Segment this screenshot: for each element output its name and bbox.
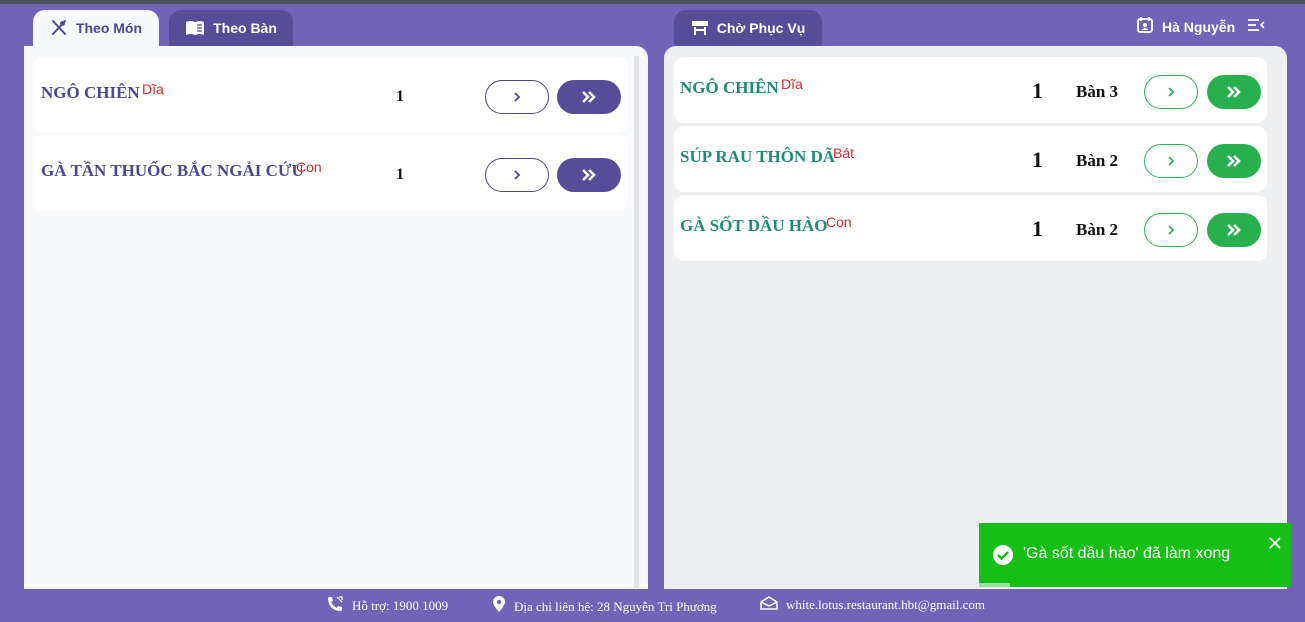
calendar-user-icon [1136, 16, 1154, 37]
chevron-right-icon [1168, 87, 1175, 97]
item-table: Bàn 3 [1076, 82, 1119, 101]
close-icon[interactable] [1269, 536, 1281, 554]
item-unit: Dĩa [781, 76, 803, 92]
next-step-button[interactable] [1144, 75, 1198, 109]
double-chevron-right-icon [582, 91, 596, 103]
chevron-right-icon [1168, 156, 1175, 166]
top-border [0, 0, 1305, 4]
item-qty: 1 [396, 88, 404, 105]
item-qty: 1 [1032, 78, 1043, 103]
tab-cho-phuc-vu[interactable]: Chờ Phục Vụ [674, 10, 822, 46]
envelope-icon [760, 596, 778, 614]
chevron-right-icon [514, 170, 521, 180]
item-name: GÀ SỐT DẦU HÀO [680, 216, 828, 235]
complete-all-button[interactable] [557, 158, 621, 192]
check-circle-icon [992, 544, 1014, 571]
utensils-icon [50, 19, 68, 37]
item-name: SÚP RAU THÔN DÃ [680, 147, 836, 166]
toast-notification: 'Gà sốt dầu hào' đã làm xong [979, 523, 1291, 587]
next-step-button[interactable] [1144, 144, 1198, 178]
footer-support: Hỗ trợ: 1900 1009 [326, 596, 448, 616]
list-item: GÀ TẦN THUỐC BẮC NGẢI CỨU Con 1 [33, 135, 628, 211]
list-item: GÀ SỐT DẦU HÀO Con 1 Bàn 2 [674, 195, 1267, 261]
book-icon [185, 20, 205, 36]
chevron-right-icon [514, 92, 521, 102]
item-name: NGÔ CHIÊN [680, 78, 779, 97]
address-text: Địa chỉ liên hệ: 28 Nguyễn Tri Phương [514, 598, 717, 614]
serve-all-button[interactable] [1207, 144, 1261, 178]
item-unit: Dĩa [142, 81, 164, 97]
list-item: NGÔ CHIÊN Dĩa 1 [33, 57, 628, 133]
double-chevron-right-icon [1227, 224, 1241, 236]
shop-icon [691, 20, 709, 36]
next-step-button[interactable] [485, 158, 549, 192]
menu-collapse-icon[interactable] [1247, 18, 1265, 35]
double-chevron-right-icon [1227, 155, 1241, 167]
phone-icon [326, 596, 344, 616]
footer: Hỗ trợ: 1900 1009 Địa chỉ liên hệ: 28 Ng… [0, 594, 1305, 618]
tab-theo-mon-label: Theo Món [75, 20, 143, 36]
item-name: GÀ TẦN THUỐC BẮC NGẢI CỨU [41, 161, 304, 180]
complete-all-button[interactable] [557, 80, 621, 114]
toast-message: 'Gà sốt dầu hào' đã làm xong [1023, 545, 1231, 562]
footer-email: white.lotus.restaurant.hbt@gmail.com [760, 596, 985, 614]
user-menu[interactable]: Hà Nguyễn [1136, 16, 1265, 37]
item-unit: Bát [833, 145, 855, 161]
double-chevron-right-icon [1227, 86, 1241, 98]
item-table: Bàn 2 [1076, 151, 1119, 170]
chevron-right-icon [1168, 225, 1175, 235]
item-unit: Con [826, 214, 852, 230]
serve-all-button[interactable] [1207, 75, 1261, 109]
tab-theo-ban-label: Theo Bàn [213, 20, 277, 36]
tab-theo-ban[interactable]: Theo Bàn [169, 10, 293, 46]
support-text: Hỗ trợ: 1900 1009 [352, 598, 449, 613]
list-item: SÚP RAU THÔN DÃ Bát 1 Bàn 2 [674, 126, 1267, 192]
email-text: white.lotus.restaurant.hbt@gmail.com [786, 597, 985, 612]
next-step-button[interactable] [1144, 213, 1198, 247]
item-qty: 1 [396, 166, 404, 183]
list-item: NGÔ CHIÊN Dĩa 1 Bàn 3 [674, 57, 1267, 123]
item-table: Bàn 2 [1076, 220, 1119, 239]
double-chevron-right-icon [582, 169, 596, 181]
scrollbar[interactable] [634, 56, 639, 588]
serve-all-button[interactable] [1207, 213, 1261, 247]
location-pin-icon [492, 596, 506, 617]
tab-theo-mon[interactable]: Theo Món [33, 10, 159, 46]
item-name: NGÔ CHIÊN [41, 83, 140, 102]
tab-cho-phuc-vu-label: Chờ Phục Vụ [716, 20, 806, 36]
item-unit: Con [296, 159, 322, 175]
user-name: Hà Nguyễn [1162, 18, 1236, 35]
footer-address: Địa chỉ liên hệ: 28 Nguyễn Tri Phương [492, 596, 717, 617]
toast-progress-bar [979, 583, 1010, 587]
item-qty: 1 [1032, 147, 1043, 172]
item-qty: 1 [1032, 216, 1043, 241]
next-step-button[interactable] [485, 80, 549, 114]
